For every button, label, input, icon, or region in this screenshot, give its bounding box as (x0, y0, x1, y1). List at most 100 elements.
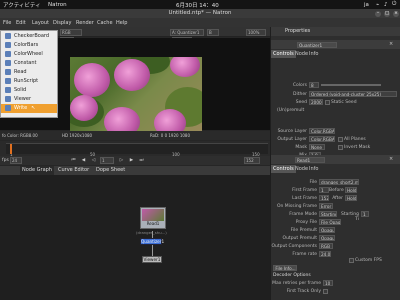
close-button[interactable]: × (393, 10, 399, 17)
viewer-input-select[interactable]: A: Quantizer1 (170, 28, 204, 36)
menu-item-checkerboard[interactable]: CheckerBoard (1, 32, 57, 41)
tab-dope-sheet[interactable]: Dope Sheet (94, 166, 127, 175)
input-method[interactable]: ja (364, 2, 369, 8)
fps-field[interactable]: 24 (10, 157, 22, 164)
node-graph-canvas[interactable]: Read1 (dranges_shu...) Quantizer1 Viewer… (0, 175, 270, 300)
fps-label: fps (2, 158, 9, 163)
proxy-file-field[interactable]: File Opaque (319, 219, 341, 225)
max-retries-field[interactable]: 10 (323, 280, 333, 286)
zoom-select[interactable]: 100% (246, 28, 266, 36)
maximize-button[interactable]: □ (384, 10, 390, 17)
close-read-icon[interactable]: × (389, 156, 393, 162)
transport-bar: fps 24 ⏮ ◀ ◁ 1 ▷ ▶ ⏭ 152 (0, 156, 270, 165)
tab-node-graph[interactable]: Node Graph (20, 166, 54, 175)
starting-frame-field[interactable]: 1 (361, 211, 369, 217)
properties-panel: Properties Quantizer1 × Controls Node In… (270, 27, 400, 300)
current-frame-field[interactable]: 1 (100, 157, 114, 164)
menu-item-write[interactable]: Write ↖ (1, 104, 57, 113)
menu-item-colorwheel[interactable]: ColorWheel (1, 50, 57, 59)
custom-fps-checkbox[interactable] (349, 257, 354, 263)
window-title: Untitled.ntp* — Natron (168, 10, 232, 16)
colors-field[interactable]: 8 (309, 82, 319, 88)
menu-item-constant[interactable]: Constant (1, 59, 57, 68)
viewer-icon (5, 96, 11, 103)
menu-layout[interactable]: Layout (32, 20, 49, 26)
menu-help[interactable]: Help (116, 20, 127, 26)
volume-icon[interactable]: ♪ (384, 2, 388, 8)
menu-item-colorbars[interactable]: ColorBars (1, 41, 57, 50)
viewer-info-bar: fo Color: RGB8.00 HD 1920x1080 RoD: 0 0 … (0, 131, 270, 140)
play-backward-button[interactable]: ◁ (90, 157, 97, 164)
power-icon[interactable]: ⏻ (392, 1, 396, 8)
node-read1[interactable]: Read1 (140, 207, 166, 229)
play-forward-button[interactable]: ▷ (118, 157, 125, 164)
layer-select[interactable]: RGB (60, 28, 82, 36)
constant-icon (5, 60, 11, 67)
next-frame-button[interactable]: ▶ (128, 157, 135, 164)
playhead[interactable] (10, 144, 12, 154)
menu-item-runscript[interactable]: RunScript (1, 77, 57, 86)
prev-frame-button[interactable]: ◀ (80, 157, 87, 164)
menu-item-viewer[interactable]: Viewer (1, 95, 57, 104)
read-tab-controls[interactable]: Controls (271, 165, 296, 173)
frame-rate-field[interactable]: 24.0 (319, 251, 331, 257)
file-field[interactable]: dranges_short2.mp4 (319, 179, 359, 185)
output-layer-select[interactable]: Color.RGBA (309, 136, 335, 142)
mouse-cursor-icon: ↖ (31, 105, 36, 112)
create-node-menu: CheckerBoard ColorBars ColorWheel Consta… (0, 30, 58, 118)
quantizer-header: Quantizer1 × (271, 40, 400, 49)
app-menu-natron[interactable]: Natron (48, 2, 67, 8)
activities-button[interactable]: アクティビティ (3, 1, 41, 9)
file-info-button[interactable]: File Info... (273, 265, 297, 271)
menu-edit[interactable]: Edit (16, 20, 26, 26)
menu-display[interactable]: Display (53, 20, 71, 26)
mask-select[interactable]: None (309, 144, 325, 150)
invert-mask-checkbox[interactable] (338, 144, 343, 150)
static-seed-checkbox[interactable] (325, 99, 330, 105)
output-components-select[interactable]: RGB (319, 243, 333, 249)
tab-controls[interactable]: Controls (271, 50, 296, 58)
menu-cache[interactable]: Cache (97, 20, 113, 26)
viewer-b-input[interactable]: B (207, 28, 219, 36)
properties-title: Properties (271, 27, 400, 36)
first-track-checkbox[interactable] (323, 288, 328, 294)
quantizer-name-field[interactable]: Quantizer1 (297, 41, 337, 48)
read-tab-info[interactable]: Info (307, 165, 320, 173)
first-frame-button[interactable]: ⏮ (70, 157, 77, 164)
end-frame-field[interactable]: 152 (244, 157, 260, 164)
tab-curve-editor[interactable]: Curve Editor (56, 166, 91, 175)
read-name-field[interactable]: Read1 (295, 156, 325, 163)
source-layer-select[interactable]: Color.RGBA (309, 128, 335, 134)
runscript-icon (5, 78, 11, 85)
first-frame-field[interactable]: 1 (319, 187, 329, 193)
seed-field[interactable]: 2000 (309, 99, 323, 105)
colorwheel-icon (5, 51, 11, 58)
file-premult-select[interactable]: Opaque (319, 227, 335, 233)
output-premult-select[interactable]: Opaque (319, 235, 335, 241)
frame-mode-select[interactable]: Starting (319, 211, 337, 217)
last-frame-field[interactable]: 152 (319, 195, 329, 201)
dither-select[interactable]: Ordered (void-and-cluster 25x25) (309, 91, 397, 97)
menu-file[interactable]: File (3, 20, 11, 26)
node-viewer1[interactable]: Viewer1 (142, 256, 162, 263)
last-frame-button[interactable]: ⏭ (138, 157, 145, 164)
close-node-icon[interactable]: × (389, 41, 393, 47)
timeline-ruler[interactable]: 1 50 100 150 (6, 143, 268, 157)
menu-item-read[interactable]: Read (1, 68, 57, 77)
clock[interactable]: 6月30日 14：40 (176, 1, 219, 9)
network-icon[interactable]: ⌁ (376, 2, 379, 8)
unpremult-label: (Un)premult (277, 108, 305, 113)
on-missing-select[interactable]: Error (319, 203, 333, 209)
before-select[interactable]: Hold (345, 187, 357, 193)
menu-render[interactable]: Render (76, 20, 94, 26)
minimize-button[interactable]: – (375, 10, 381, 17)
node-read1-label: Read1 (146, 221, 160, 226)
timeline-panel: 1 50 100 150 fps 24 ⏮ ◀ ◁ 1 ▷ ▶ ⏭ 152 (0, 141, 270, 165)
window-titlebar: Untitled.ntp* — Natron – □ × (0, 9, 400, 18)
tab-info[interactable]: Info (307, 50, 320, 58)
node-quantizer1[interactable]: Quantizer1 (140, 238, 164, 245)
after-select[interactable]: Hold (345, 195, 357, 201)
colors-slider[interactable] (321, 84, 381, 86)
all-planes-checkbox[interactable] (338, 136, 343, 142)
menu-item-solid[interactable]: Solid (1, 86, 57, 95)
